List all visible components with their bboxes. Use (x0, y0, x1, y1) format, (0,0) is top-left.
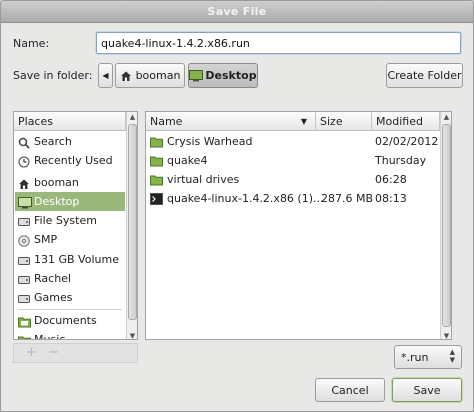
place-desktop[interactable]: Desktop (15, 192, 125, 211)
home-icon (120, 70, 132, 82)
file-list-panel: Name ▼ Size Modified Crysis Warhead 02/0… (145, 111, 452, 340)
file-modified: Thursday (375, 154, 427, 167)
column-header-name[interactable]: Name ▼ (146, 112, 316, 131)
column-header-modified[interactable]: Modified (372, 112, 440, 131)
places-toolbar: + − (13, 343, 138, 363)
place-label: Rachel (34, 272, 71, 285)
add-bookmark-button[interactable]: + (26, 345, 37, 360)
column-header-size[interactable]: Size (316, 112, 372, 131)
harddisk-icon (18, 254, 30, 266)
filter-value: *.run (401, 350, 429, 364)
file-modified: 06:28 (375, 173, 407, 186)
clock-icon (18, 155, 30, 167)
folder-icon (18, 334, 31, 339)
file-modified: 08:13 (375, 192, 407, 205)
path-desktop-button[interactable]: Desktop (188, 63, 258, 88)
filename-input[interactable] (96, 32, 461, 54)
scroll-down-icon[interactable]: ▼ (441, 331, 451, 339)
file-type-filter-select[interactable]: *.run ▲ ▼ (394, 345, 462, 369)
place-recently-used[interactable]: Recently Used (15, 151, 125, 170)
window-title: Save File (1, 1, 473, 23)
spin-arrows-icon: ▲ ▼ (449, 348, 455, 364)
place-label: File System (34, 214, 97, 227)
file-name: quake4-linux-1.4.2.x86 (1)... (167, 192, 324, 205)
home-icon (18, 177, 30, 189)
file-list-scrollbar[interactable]: ▲ ▼ (440, 112, 451, 339)
cancel-button[interactable]: Cancel (315, 378, 385, 402)
create-folder-button[interactable]: Create Folder (386, 63, 463, 88)
optical-disc-icon (18, 234, 30, 247)
place-smp[interactable]: SMP (15, 230, 125, 249)
desktop-icon (189, 69, 204, 82)
left-arrow-icon: ◀ (102, 71, 109, 80)
save-file-dialog: Save File Name: Save in folder: ◀ booman… (0, 0, 474, 412)
file-row[interactable]: virtual drives 06:28 (147, 170, 439, 189)
path-home-label: booman (135, 69, 181, 82)
place-label: Search (34, 135, 72, 148)
place-search[interactable]: Search (15, 132, 125, 151)
place-131gb-volume[interactable]: 131 GB Volume (15, 250, 125, 269)
path-home-button[interactable]: booman (115, 63, 185, 88)
file-modified: 02/02/2012 (375, 135, 439, 148)
place-booman[interactable]: booman (15, 173, 125, 192)
scroll-up-icon[interactable]: ▲ (441, 112, 451, 122)
harddisk-icon (18, 215, 30, 227)
column-name-label: Name (150, 115, 183, 128)
place-label: Desktop (34, 195, 80, 208)
save-button[interactable]: Save (392, 378, 462, 402)
scroll-down-icon[interactable]: ▼ (127, 331, 137, 339)
places-panel: Places Search Recently Used booman Deskt… (13, 111, 138, 340)
file-row[interactable]: quake4 Thursday (147, 151, 439, 170)
place-documents[interactable]: Documents (15, 311, 125, 330)
place-label: Recently Used (34, 154, 113, 167)
search-icon (18, 136, 30, 149)
scroll-up-icon[interactable]: ▲ (127, 112, 137, 122)
places-scroll-thumb[interactable] (128, 124, 137, 320)
place-rachel[interactable]: Rachel (15, 269, 125, 288)
place-label: booman (34, 176, 79, 189)
folder-icon (18, 315, 31, 327)
file-name: quake4 (167, 154, 208, 167)
name-label: Name: (13, 37, 50, 50)
places-scrollbar[interactable]: ▲ ▼ (126, 112, 137, 339)
place-music[interactable]: Music (15, 330, 125, 340)
place-file-system[interactable]: File System (15, 211, 125, 230)
file-name: virtual drives (167, 173, 240, 186)
places-header[interactable]: Places (14, 112, 126, 131)
file-list-scroll-thumb[interactable] (442, 124, 451, 327)
file-row[interactable]: quake4-linux-1.4.2.x86 (1)... 287.6 MB 0… (147, 189, 439, 208)
place-games[interactable]: Games (15, 288, 125, 307)
sort-descending-icon: ▼ (300, 117, 307, 126)
desktop-icon (18, 196, 32, 208)
file-name: Crysis Warhead (167, 135, 253, 148)
place-label: Games (34, 291, 73, 304)
remove-bookmark-button[interactable]: − (48, 345, 59, 360)
file-size: 287.6 MB (321, 192, 374, 205)
path-back-button[interactable]: ◀ (98, 63, 113, 88)
path-desktop-label: Desktop (205, 69, 257, 82)
places-divider (18, 309, 122, 310)
file-row[interactable]: Crysis Warhead 02/02/2012 (147, 132, 439, 151)
harddisk-icon (18, 273, 30, 285)
terminal-icon (150, 192, 163, 211)
place-label: 131 GB Volume (34, 253, 119, 266)
save-in-folder-label: Save in folder: (13, 69, 93, 82)
place-label: Documents (34, 314, 97, 327)
place-label: Music (34, 333, 66, 340)
place-label: SMP (34, 233, 58, 246)
harddisk-icon (18, 292, 30, 304)
